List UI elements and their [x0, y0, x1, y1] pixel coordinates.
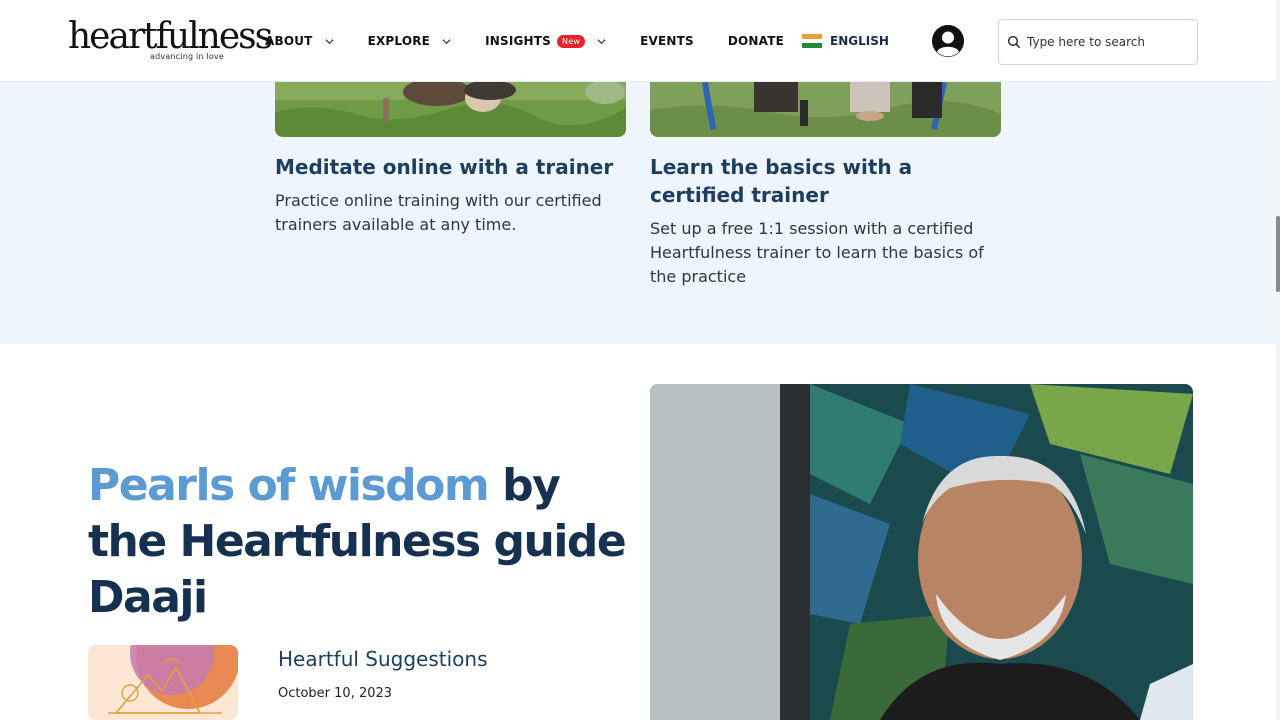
nav-events-label: EVENTS [640, 34, 694, 48]
nav-donate[interactable]: DONATE [728, 34, 784, 48]
logo-tagline: advancing in love [149, 52, 224, 61]
nav-donate-label: DONATE [727, 34, 785, 48]
chevron-down-icon [325, 38, 334, 44]
trainer-options-section [0, 82, 1276, 344]
post-thumbnail[interactable] [88, 645, 238, 720]
nav-about[interactable]: ABOUT [265, 34, 334, 48]
language-label: ENGLISH [830, 34, 889, 48]
search-box [998, 19, 1198, 65]
main-nav: ABOUT EXPLORE INSIGHTS New EVENTS DONATE [265, 0, 818, 82]
heartfulness-logo[interactable]: heartfulness advancing in love [68, 16, 273, 64]
card-desc-meditate: Practice online training with our certif… [275, 191, 602, 234]
meditation-photo [275, 82, 626, 137]
search-icon [1007, 35, 1021, 49]
nav-events[interactable]: EVENTS [640, 34, 694, 48]
card-desc-learn-basics: Set up a free 1:1 session with a certifi… [650, 219, 984, 286]
chevron-down-icon [597, 38, 606, 44]
user-silhouette-icon [932, 25, 964, 57]
group-session-photo [650, 82, 1001, 137]
language-selector[interactable]: ENGLISH [802, 34, 889, 49]
user-avatar-icon[interactable] [932, 25, 964, 57]
nav-insights-label: INSIGHTS [485, 34, 552, 48]
wisdom-headline: Pearls of wisdom by the Heartfulness gui… [88, 458, 628, 626]
nav-explore[interactable]: EXPLORE [368, 34, 452, 48]
nav-insights[interactable]: INSIGHTS New [485, 34, 606, 48]
chevron-down-icon [442, 38, 451, 44]
mountain-illustration [88, 645, 238, 720]
nav-about-label: ABOUT [265, 34, 313, 48]
logo-wordmark: heartfulness [68, 16, 273, 57]
search-input[interactable] [1027, 35, 1187, 49]
learn-basics-image[interactable] [650, 82, 1001, 137]
scrollbar-thumb[interactable] [1276, 216, 1280, 292]
card-title-meditate[interactable]: Meditate online with a trainer [275, 153, 626, 181]
post-title-link[interactable]: Heartful Suggestions [278, 647, 488, 671]
site-header: heartfulness advancing in love ABOUT EXP… [0, 0, 1276, 82]
nav-explore-label: EXPLORE [367, 34, 431, 48]
daaji-portrait [650, 384, 1193, 720]
india-flag-icon [802, 34, 822, 49]
daaji-photo [650, 384, 1193, 720]
headline-accent: Pearls of wisdom [88, 460, 490, 511]
post-date: October 10, 2023 [278, 686, 393, 701]
meditate-online-image[interactable] [275, 82, 626, 137]
scrollbar-track[interactable] [1276, 0, 1280, 720]
card-title-learn-basics[interactable]: Learn the basics with a certified traine… [650, 153, 1001, 209]
new-badge: New [557, 34, 586, 48]
